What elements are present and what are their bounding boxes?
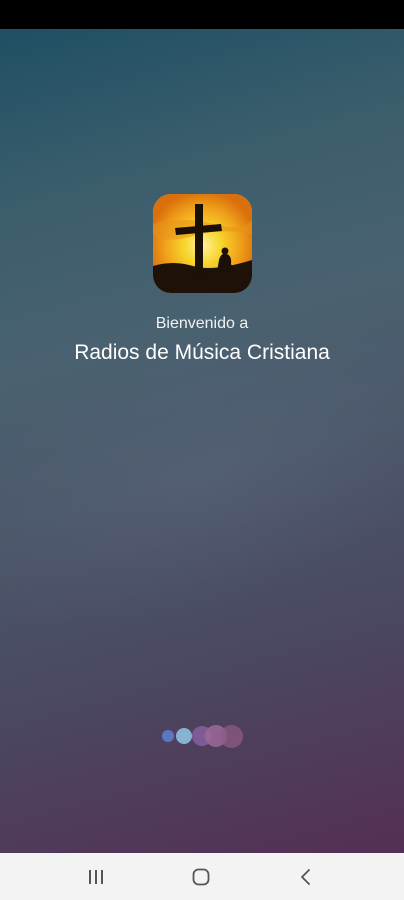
app-logo [153,194,252,293]
loader-dot [176,728,192,744]
navigation-bar [0,853,404,900]
loading-dots-icon [0,722,404,750]
back-icon [301,868,310,885]
recents-button[interactable] [66,853,126,900]
welcome-text: Bienvenido a [155,315,249,332]
cross-sunset-icon [153,194,252,293]
splash-screen: Bienvenido a Radios de Música Cristiana [0,29,404,853]
app-name: Radios de Música Cristiana [74,341,330,364]
loader-dot [220,725,243,748]
back-button[interactable] [276,853,336,900]
home-button[interactable] [171,853,231,900]
status-bar [0,0,404,29]
recents-icon [89,869,103,884]
loader-dot [162,730,174,742]
screen: Bienvenido a Radios de Música Cristiana [0,0,404,900]
home-icon [192,868,210,885]
